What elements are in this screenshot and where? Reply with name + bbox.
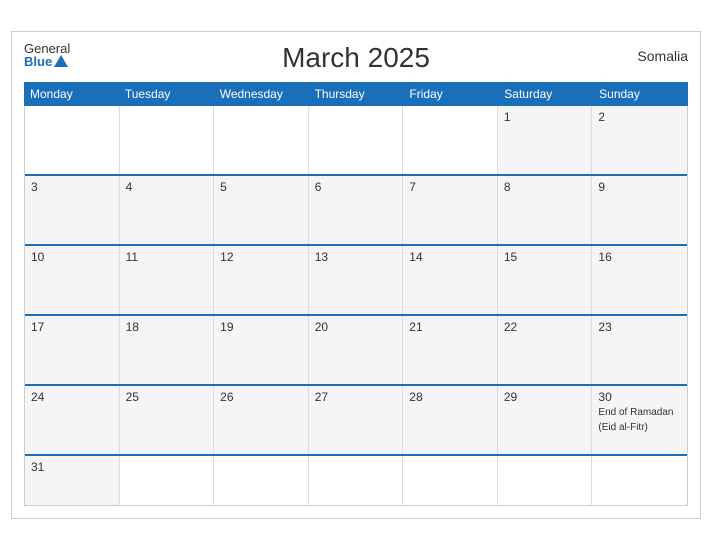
day-cell: 3 xyxy=(25,176,120,244)
day-cell: 5 xyxy=(214,176,309,244)
day-cell: 17 xyxy=(25,316,120,384)
calendar-title: March 2025 xyxy=(282,42,430,74)
day-cell: 22 xyxy=(498,316,593,384)
logo: General Blue xyxy=(24,42,70,68)
header-friday: Friday xyxy=(403,82,498,106)
day-cell xyxy=(120,106,215,174)
calendar-header: General Blue March 2025 Somalia xyxy=(24,42,688,74)
day-cell: 28 xyxy=(403,386,498,454)
day-cell: 11 xyxy=(120,246,215,314)
day-cell: 15 xyxy=(498,246,593,314)
day-cell: 1 xyxy=(498,106,593,174)
day-cell: 9 xyxy=(592,176,687,244)
header-saturday: Saturday xyxy=(498,82,593,106)
header-monday: Monday xyxy=(24,82,119,106)
day-cell: 31 xyxy=(25,456,120,505)
day-cell: 16 xyxy=(592,246,687,314)
day-cell: 26 xyxy=(214,386,309,454)
logo-blue-text: Blue xyxy=(24,55,70,68)
day-cell: 25 xyxy=(120,386,215,454)
day-cell xyxy=(592,456,687,505)
header-sunday: Sunday xyxy=(593,82,688,106)
week-row: 17 18 19 20 21 22 23 xyxy=(25,316,687,386)
day-cell: 7 xyxy=(403,176,498,244)
day-cell: 6 xyxy=(309,176,404,244)
calendar-container: General Blue March 2025 Somalia Monday T… xyxy=(11,31,701,519)
header-wednesday: Wednesday xyxy=(214,82,309,106)
day-cell xyxy=(498,456,593,505)
country-label: Somalia xyxy=(637,48,688,64)
day-cell: 2 xyxy=(592,106,687,174)
day-cell xyxy=(403,106,498,174)
calendar-grid: 1 2 3 4 5 6 7 8 9 10 11 12 13 14 15 16 1… xyxy=(24,106,688,506)
day-headers-row: Monday Tuesday Wednesday Thursday Friday… xyxy=(24,82,688,106)
day-cell: 21 xyxy=(403,316,498,384)
header-tuesday: Tuesday xyxy=(119,82,214,106)
day-cell xyxy=(25,106,120,174)
day-cell: 24 xyxy=(25,386,120,454)
week-row: 24 25 26 27 28 29 30 End of Ramadan (Eid… xyxy=(25,386,687,456)
day-cell xyxy=(309,456,404,505)
day-cell: 23 xyxy=(592,316,687,384)
day-cell: 8 xyxy=(498,176,593,244)
logo-triangle-icon xyxy=(54,55,68,67)
day-cell: 12 xyxy=(214,246,309,314)
event-eid: End of Ramadan (Eid al-Fitr) xyxy=(598,407,673,433)
day-cell xyxy=(214,106,309,174)
week-row: 3 4 5 6 7 8 9 xyxy=(25,176,687,246)
day-cell: 10 xyxy=(25,246,120,314)
week-row: 31 xyxy=(25,456,687,506)
day-cell: 19 xyxy=(214,316,309,384)
day-cell: 20 xyxy=(309,316,404,384)
week-row: 10 11 12 13 14 15 16 xyxy=(25,246,687,316)
header-thursday: Thursday xyxy=(309,82,404,106)
day-cell: 13 xyxy=(309,246,404,314)
day-cell xyxy=(214,456,309,505)
day-cell: 27 xyxy=(309,386,404,454)
day-cell: 29 xyxy=(498,386,593,454)
day-cell: 14 xyxy=(403,246,498,314)
day-cell xyxy=(309,106,404,174)
day-cell xyxy=(403,456,498,505)
week-row: 1 2 xyxy=(25,106,687,176)
day-cell: 4 xyxy=(120,176,215,244)
day-cell xyxy=(120,456,215,505)
day-cell: 18 xyxy=(120,316,215,384)
day-cell-30: 30 End of Ramadan (Eid al-Fitr) xyxy=(592,386,687,454)
